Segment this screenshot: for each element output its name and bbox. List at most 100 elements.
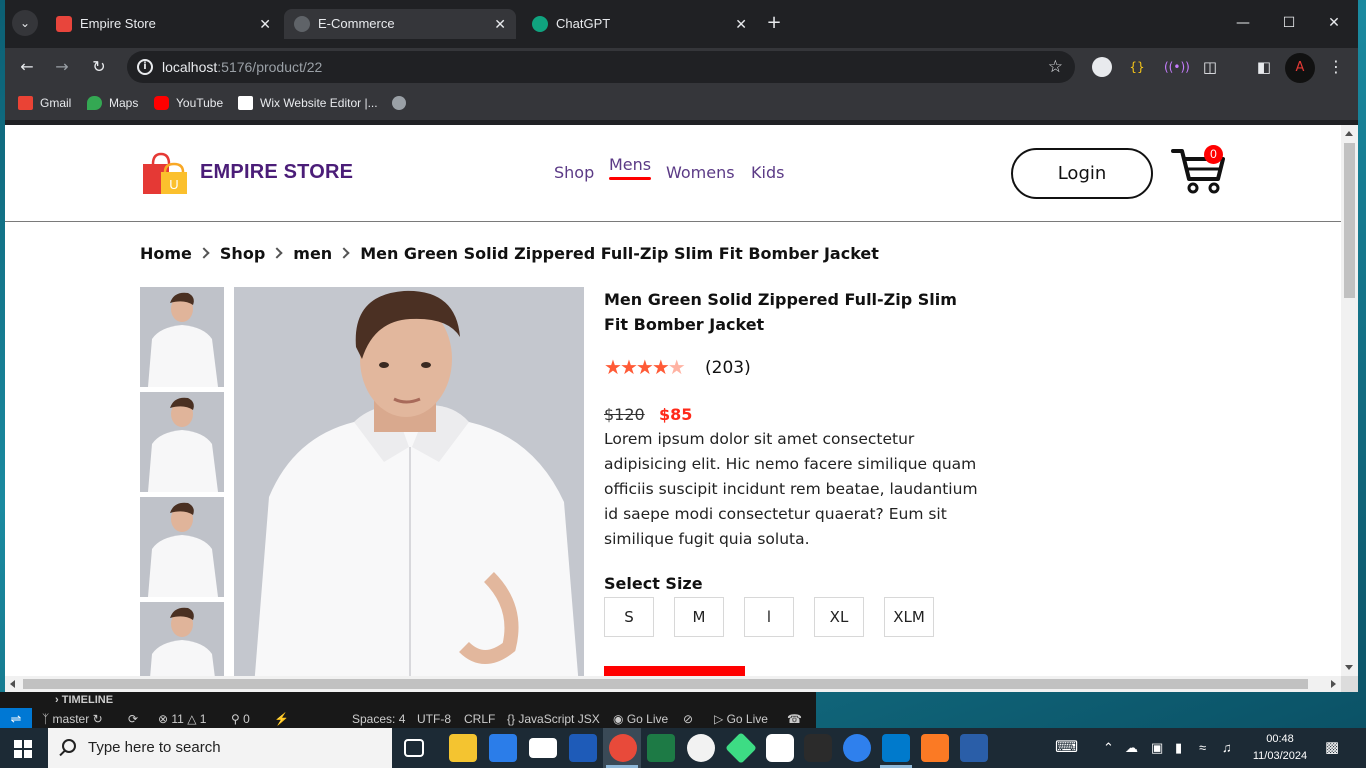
- bookmark-wix[interactable]: Wix Website Editor |...: [238, 86, 378, 120]
- profile-avatar[interactable]: A: [1285, 53, 1315, 83]
- back-button[interactable]: ←: [13, 54, 41, 80]
- notifications-bell-icon[interactable]: ☎: [787, 708, 802, 730]
- vscode-icon[interactable]: [882, 734, 910, 762]
- task-view-icon[interactable]: [404, 739, 424, 757]
- bookmark-maps[interactable]: Maps: [87, 86, 138, 120]
- json-extension-icon[interactable]: {}: [1127, 57, 1147, 77]
- new-tab-button[interactable]: +: [762, 12, 786, 33]
- no-eye-icon[interactable]: ⊘: [683, 708, 693, 730]
- close-window-button[interactable]: ✕: [1312, 8, 1356, 38]
- meet-icon[interactable]: ▣: [1151, 728, 1163, 768]
- size-option-m[interactable]: M: [674, 597, 724, 637]
- chrome-icon[interactable]: [609, 734, 637, 762]
- maximize-button[interactable]: ☐: [1267, 8, 1311, 38]
- close-tab-icon[interactable]: ✕: [735, 9, 747, 39]
- go-live-status-2[interactable]: ▷ Go Live: [714, 708, 768, 730]
- keyboard-icon[interactable]: ⌨: [1055, 728, 1078, 768]
- chevron-right-icon: [271, 247, 283, 259]
- browser-menu-icon[interactable]: ⋮: [1326, 57, 1346, 77]
- product-thumbnail[interactable]: [140, 497, 224, 597]
- tab-chatgpt[interactable]: ChatGPT ✕: [522, 9, 757, 39]
- add-to-cart-button[interactable]: [604, 666, 745, 676]
- scroll-right-icon[interactable]: [1331, 680, 1336, 688]
- sync-icon[interactable]: ⟳: [128, 708, 138, 730]
- globe-bookmark-icon[interactable]: [392, 86, 406, 123]
- tab-e-commerce[interactable]: E-Commerce ✕: [284, 9, 516, 39]
- product-thumbnail[interactable]: [140, 602, 224, 676]
- minimize-button[interactable]: —: [1221, 8, 1265, 38]
- capcut-icon[interactable]: [766, 734, 794, 762]
- timeline-header[interactable]: › TIMELINE: [55, 692, 113, 708]
- scroll-down-icon[interactable]: [1345, 665, 1353, 670]
- url-text[interactable]: localhost:5176/product/22: [162, 51, 322, 83]
- breadcrumb-category[interactable]: men: [293, 244, 332, 263]
- menu-mens[interactable]: Mens: [609, 155, 651, 174]
- site-info-icon[interactable]: i: [137, 59, 153, 75]
- tab-empire-store[interactable]: Empire Store ✕: [46, 9, 281, 39]
- broadcast-extension-icon[interactable]: ((•)): [1164, 57, 1190, 77]
- cloud-icon[interactable]: ☁: [1125, 728, 1138, 768]
- product-thumbnail[interactable]: [140, 392, 224, 492]
- wifi-icon[interactable]: ≈: [1199, 728, 1206, 768]
- puzzle-extensions-icon[interactable]: ◫: [1200, 57, 1220, 77]
- powershell-icon[interactable]: [960, 734, 988, 762]
- microsoft-store-icon[interactable]: [489, 734, 517, 762]
- word-icon[interactable]: [569, 734, 597, 762]
- remote-icon[interactable]: ⇌: [0, 708, 32, 730]
- indentation-status[interactable]: Spaces: 4: [352, 708, 405, 730]
- git-icon[interactable]: [725, 732, 757, 764]
- breadcrumb-home[interactable]: Home: [140, 244, 192, 263]
- canva-icon[interactable]: [843, 734, 871, 762]
- menu-kids[interactable]: Kids: [751, 163, 784, 182]
- branch-status[interactable]: ᛉ master ↻: [42, 708, 103, 730]
- menu-womens[interactable]: Womens: [666, 163, 735, 182]
- extension-icon[interactable]: [1092, 57, 1112, 77]
- tab-search-button[interactable]: ⌄: [12, 10, 38, 36]
- scrollbar-thumb[interactable]: [1344, 143, 1355, 298]
- chrome-alt-icon[interactable]: [687, 734, 715, 762]
- lightning-icon[interactable]: ⚡: [274, 708, 289, 730]
- scrollbar-thumb[interactable]: [23, 679, 1308, 689]
- scroll-up-icon[interactable]: [1345, 131, 1353, 136]
- windows-start-icon[interactable]: [14, 740, 32, 758]
- size-option-xlm[interactable]: XLM: [884, 597, 934, 637]
- excel-icon[interactable]: [647, 734, 675, 762]
- bookmark-youtube[interactable]: YouTube: [154, 86, 223, 120]
- volume-icon[interactable]: ♫: [1222, 728, 1232, 768]
- taskbar-search-box[interactable]: Type here to search: [48, 728, 392, 768]
- breadcrumb-shop[interactable]: Shop: [220, 244, 265, 263]
- scroll-left-icon[interactable]: [10, 680, 15, 688]
- encoding-status[interactable]: UTF-8: [417, 708, 451, 730]
- battery-icon[interactable]: ▮: [1175, 728, 1182, 768]
- brand-name[interactable]: EMPIRE STORE: [200, 161, 353, 184]
- side-panel-icon[interactable]: ◧: [1254, 57, 1274, 77]
- bookmark-star-icon[interactable]: ☆: [1048, 51, 1063, 83]
- close-tab-icon[interactable]: ✕: [494, 9, 506, 39]
- vscode-timeline-panel[interactable]: › TIMELINE: [0, 692, 816, 708]
- show-hidden-icons[interactable]: ⌃: [1103, 728, 1114, 768]
- notifications-icon[interactable]: ▩: [1325, 728, 1339, 768]
- system-clock[interactable]: 00:48 11/03/2024: [1248, 731, 1312, 765]
- eol-status[interactable]: CRLF: [464, 708, 495, 730]
- forward-button[interactable]: →: [48, 54, 76, 80]
- problems-status[interactable]: ⊗ 11 △ 1: [158, 708, 206, 730]
- ports-status[interactable]: ⚲ 0: [231, 708, 250, 730]
- horizontal-scrollbar[interactable]: [5, 676, 1341, 692]
- language-status[interactable]: {} JavaScript JSX: [507, 708, 600, 730]
- file-explorer-icon[interactable]: [449, 734, 477, 762]
- size-option-s[interactable]: S: [604, 597, 654, 637]
- menu-shop[interactable]: Shop: [554, 163, 594, 182]
- go-live-status[interactable]: ◉ Go Live: [613, 708, 668, 730]
- vertical-scrollbar[interactable]: [1341, 125, 1358, 676]
- mail-icon[interactable]: [529, 738, 557, 758]
- davinci-icon[interactable]: [804, 734, 832, 762]
- size-option-l[interactable]: l: [744, 597, 794, 637]
- login-button[interactable]: Login: [1011, 148, 1153, 199]
- size-option-xl[interactable]: XL: [814, 597, 864, 637]
- address-bar[interactable]: i localhost:5176/product/22 ☆: [127, 51, 1075, 83]
- bookmark-gmail[interactable]: Gmail: [18, 86, 71, 120]
- product-thumbnail[interactable]: [140, 287, 224, 387]
- close-tab-icon[interactable]: ✕: [259, 9, 271, 39]
- xampp-icon[interactable]: [921, 734, 949, 762]
- reload-button[interactable]: ↻: [85, 54, 113, 80]
